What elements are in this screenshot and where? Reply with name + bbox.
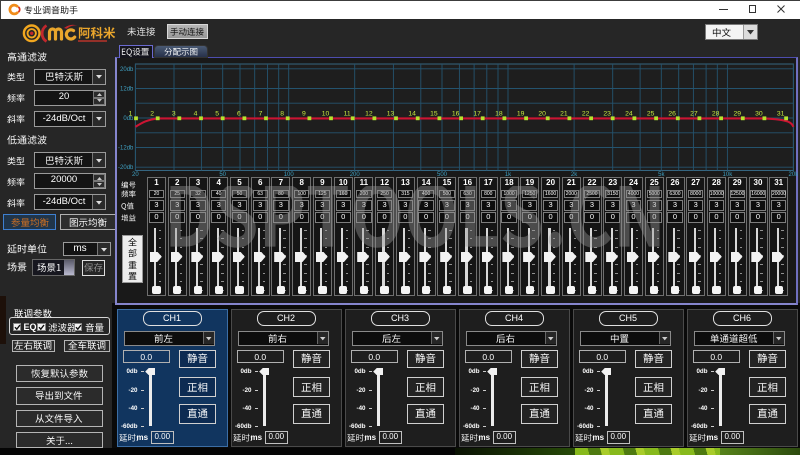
svg-text:11: 11 — [344, 110, 351, 117]
svg-text:19: 19 — [517, 110, 525, 117]
svg-text:21: 21 — [560, 110, 568, 117]
svg-text:8: 8 — [280, 110, 284, 117]
svg-text:31: 31 — [777, 110, 785, 117]
svg-text:13: 13 — [387, 110, 395, 117]
svg-text:23: 23 — [603, 110, 611, 117]
svg-text:4: 4 — [194, 110, 198, 117]
svg-text:12db: 12db — [120, 87, 134, 93]
svg-text:-20db: -20db — [118, 165, 134, 171]
svg-text:22: 22 — [582, 110, 590, 117]
svg-text:27: 27 — [690, 110, 698, 117]
svg-text:10: 10 — [322, 110, 330, 117]
svg-text:14: 14 — [408, 110, 416, 117]
svg-text:-12db: -12db — [118, 146, 134, 152]
svg-text:5: 5 — [215, 110, 219, 117]
svg-text:20k: 20k — [789, 172, 798, 178]
svg-text:12: 12 — [365, 110, 373, 117]
svg-text:15: 15 — [430, 110, 438, 117]
svg-text:3: 3 — [172, 110, 176, 117]
svg-text:1: 1 — [129, 110, 133, 117]
svg-text:29: 29 — [734, 110, 742, 117]
svg-text:7: 7 — [259, 110, 263, 117]
svg-text:20: 20 — [132, 172, 139, 178]
svg-text:26: 26 — [668, 110, 676, 117]
svg-text:6: 6 — [237, 110, 241, 117]
svg-text:18: 18 — [495, 110, 503, 117]
svg-text:16: 16 — [452, 110, 460, 117]
svg-text:2: 2 — [150, 110, 154, 117]
svg-text:24: 24 — [625, 110, 633, 117]
svg-text:28: 28 — [712, 110, 720, 117]
svg-text:20db: 20db — [120, 67, 134, 73]
svg-text:20: 20 — [538, 110, 546, 117]
svg-text:25: 25 — [647, 110, 655, 117]
svg-text:17: 17 — [473, 110, 481, 117]
svg-text:30: 30 — [755, 110, 763, 117]
svg-text:9: 9 — [302, 110, 306, 117]
